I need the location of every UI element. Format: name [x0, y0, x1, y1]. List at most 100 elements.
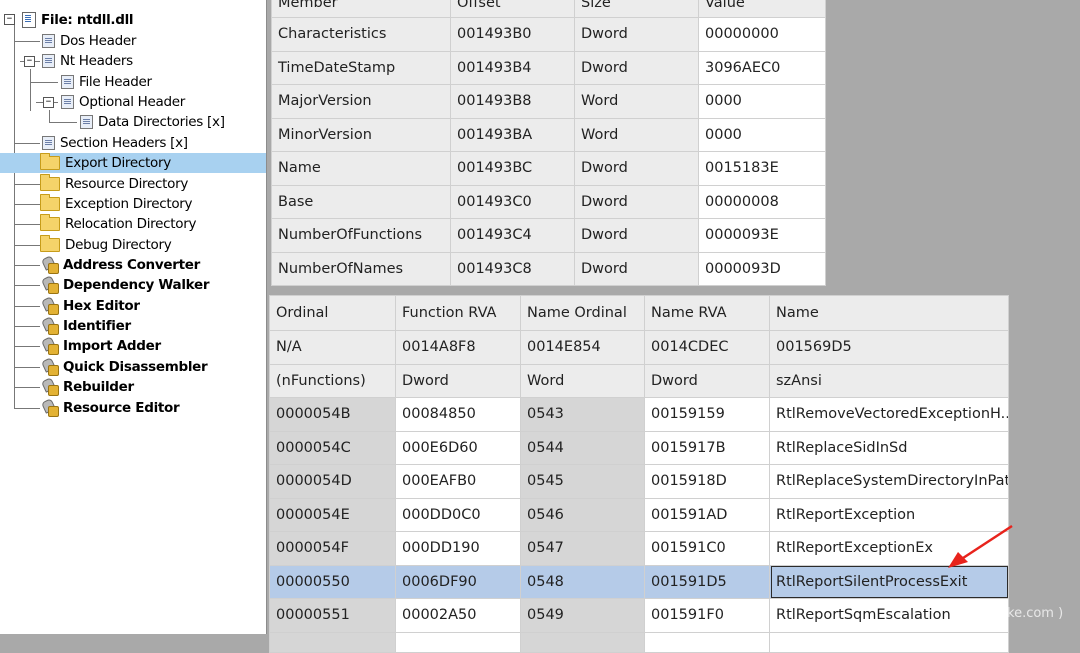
- member-cell: NumberOfNames: [271, 251, 451, 286]
- name-cell[interactable]: RtlReplaceSidInSd: [769, 430, 1009, 465]
- name-cell[interactable]: RtlReportSqmEscalation: [769, 598, 1009, 633]
- tool-icon: [40, 400, 59, 417]
- tree-item-resource-directory[interactable]: Resource Directory: [40, 174, 190, 194]
- name-rva-cell[interactable]: 00159159: [644, 397, 770, 432]
- name-cell[interactable]: RtlReplaceSystemDirectoryInPath: [769, 464, 1009, 499]
- column-header-value[interactable]: Value: [698, 0, 826, 18]
- column-header-name-ordinal[interactable]: Name Ordinal: [520, 295, 645, 331]
- tree-item-resource-editor[interactable]: Resource Editor: [40, 398, 181, 418]
- column-header-ordinal[interactable]: Ordinal: [269, 295, 396, 331]
- name-cell-focused[interactable]: RtlReportSilentProcessExit: [769, 564, 1009, 599]
- function-rva-cell[interactable]: 00084850: [395, 397, 521, 432]
- functions-grid-header: Ordinal Function RVA Name Ordinal Name R…: [269, 295, 1009, 331]
- tree-item-rebuilder[interactable]: Rebuilder: [40, 377, 136, 397]
- function-rva-cell[interactable]: 00002A50: [395, 598, 521, 633]
- tree-item-section-headers[interactable]: Section Headers [x]: [42, 133, 190, 153]
- tree-item-relocation-directory[interactable]: Relocation Directory: [40, 214, 198, 234]
- tree-item-export-directory[interactable]: Export Directory: [40, 153, 173, 173]
- tree-item-import-adder[interactable]: Import Adder: [40, 336, 163, 356]
- value-cell[interactable]: 0000093D: [698, 251, 826, 286]
- tree-item-exception-directory[interactable]: Exception Directory: [40, 194, 194, 214]
- tree-item-quick-disassembler[interactable]: Quick Disassembler: [40, 357, 209, 377]
- value-cell[interactable]: 3096AEC0: [698, 50, 826, 85]
- tree-item-hex-editor[interactable]: Hex Editor: [40, 296, 142, 316]
- column-header-function-rva[interactable]: Function RVA: [395, 295, 521, 331]
- column-header-name[interactable]: Name: [769, 295, 1009, 331]
- table-row[interactable]: 0000054D 000EAFB0 0545 0015918D RtlRepla…: [269, 464, 1009, 499]
- name-rva-cell[interactable]: 001591AD: [644, 497, 770, 532]
- name-rva-cell[interactable]: 001591F0: [644, 598, 770, 633]
- tree-item-label: Import Adder: [63, 338, 161, 354]
- column-header-size[interactable]: Size: [574, 0, 699, 18]
- name-cell[interactable]: RtlRemoveVectoredExceptionH...: [769, 397, 1009, 432]
- tree-item-file-header[interactable]: File Header: [61, 72, 154, 92]
- watermark-text: ke.com ): [1007, 606, 1064, 621]
- value-cell[interactable]: 0015183E: [698, 151, 826, 186]
- table-row[interactable]: MajorVersion 001493B8 Word 0000: [271, 84, 826, 119]
- info-cell: Word: [520, 363, 645, 398]
- tool-icon: [40, 257, 59, 274]
- table-row[interactable]: Base 001493C0 Dword 00000008: [271, 184, 826, 219]
- table-row[interactable]: Name 001493BC Dword 0015183E: [271, 151, 826, 186]
- function-rva-cell[interactable]: 000DD0C0: [395, 497, 521, 532]
- name-rva-cell[interactable]: 0015918D: [644, 464, 770, 499]
- table-row[interactable]: NumberOfFunctions 001493C4 Dword 0000093…: [271, 218, 826, 253]
- table-row[interactable]: 0000054C 000E6D60 0544 0015917B RtlRepla…: [269, 430, 1009, 465]
- tree-item-optional-header[interactable]: Optional Header: [61, 92, 187, 112]
- collapse-root-icon[interactable]: −: [4, 14, 15, 25]
- name-rva-cell[interactable]: 001591D5: [644, 564, 770, 599]
- function-rva-cell[interactable]: 000DD190: [395, 531, 521, 566]
- collapse-nt-headers-icon[interactable]: −: [24, 56, 35, 67]
- function-rva-cell[interactable]: 000EAFB0: [395, 464, 521, 499]
- size-cell: Dword: [574, 50, 699, 85]
- table-row[interactable]: 0000054E 000DD0C0 0546 001591AD RtlRepor…: [269, 497, 1009, 532]
- table-row[interactable]: NumberOfNames 001493C8 Dword 0000093D: [271, 251, 826, 286]
- tree-item-label: Section Headers [x]: [60, 135, 188, 151]
- tree-root-file[interactable]: File: ntdll.dll: [22, 10, 135, 30]
- pe-structure-tree[interactable]: − − − File: ntdll.dll Dos Header Nt Head…: [0, 0, 267, 634]
- name-rva-cell[interactable]: 001591C0: [644, 531, 770, 566]
- size-cell: Dword: [574, 17, 699, 52]
- name-rva-cell[interactable]: 0015917B: [644, 430, 770, 465]
- info-cell: 001569D5: [769, 330, 1009, 365]
- table-row[interactable]: MinorVersion 001493BA Word 0000: [271, 117, 826, 152]
- tree-item-address-converter[interactable]: Address Converter: [40, 255, 202, 275]
- tool-icon: [40, 298, 59, 315]
- tree-item-identifier[interactable]: Identifier: [40, 316, 133, 336]
- table-row[interactable]: 0000054F 000DD190 0547 001591C0 RtlRepor…: [269, 531, 1009, 566]
- tree-item-nt-headers[interactable]: Nt Headers: [42, 51, 135, 71]
- function-rva-cell[interactable]: [395, 631, 521, 653]
- function-rva-cell[interactable]: 0006DF90: [395, 564, 521, 599]
- tree-item-debug-directory[interactable]: Debug Directory: [40, 235, 173, 255]
- table-row[interactable]: TimeDateStamp 001493B4 Dword 3096AEC0: [271, 50, 826, 85]
- offset-cell: 001493BC: [450, 151, 575, 186]
- column-header-member[interactable]: Member: [271, 0, 451, 18]
- value-cell[interactable]: 0000: [698, 84, 826, 119]
- name-rva-cell[interactable]: [644, 631, 770, 653]
- column-header-offset[interactable]: Offset: [450, 0, 575, 18]
- value-cell[interactable]: 00000000: [698, 17, 826, 52]
- value-cell[interactable]: 00000008: [698, 184, 826, 219]
- column-header-name-rva[interactable]: Name RVA: [644, 295, 770, 331]
- tree-item-dos-header[interactable]: Dos Header: [42, 31, 138, 51]
- exported-functions-grid[interactable]: Ordinal Function RVA Name Ordinal Name R…: [269, 295, 1009, 653]
- value-cell[interactable]: 0000: [698, 117, 826, 152]
- tree-item-label: File Header: [79, 74, 152, 90]
- table-row-partial[interactable]: [269, 631, 1009, 653]
- tree-item-data-directories[interactable]: Data Directories [x]: [80, 112, 227, 132]
- collapse-optional-header-icon[interactable]: −: [43, 97, 54, 108]
- export-directory-grid[interactable]: Member Offset Size Value Characteristics…: [271, 0, 826, 286]
- ordinal-cell: 0000054B: [269, 397, 396, 432]
- table-row[interactable]: 0000054B 00084850 0543 00159159 RtlRemov…: [269, 397, 1009, 432]
- table-row[interactable]: Characteristics 001493B0 Dword 00000000: [271, 17, 826, 52]
- name-ordinal-cell: 0545: [520, 464, 645, 499]
- name-cell[interactable]: [769, 631, 1009, 653]
- tree-item-dependency-walker[interactable]: Dependency Walker: [40, 275, 211, 295]
- table-row-selected[interactable]: 00000550 0006DF90 0548 001591D5 RtlRepor…: [269, 564, 1009, 599]
- folder-icon: [40, 235, 60, 252]
- value-cell[interactable]: 0000093E: [698, 218, 826, 253]
- info-cell: Dword: [644, 363, 770, 398]
- table-row[interactable]: 00000551 00002A50 0549 001591F0 RtlRepor…: [269, 598, 1009, 633]
- function-rva-cell[interactable]: 000E6D60: [395, 430, 521, 465]
- tree-root-label: File: ntdll.dll: [41, 12, 134, 28]
